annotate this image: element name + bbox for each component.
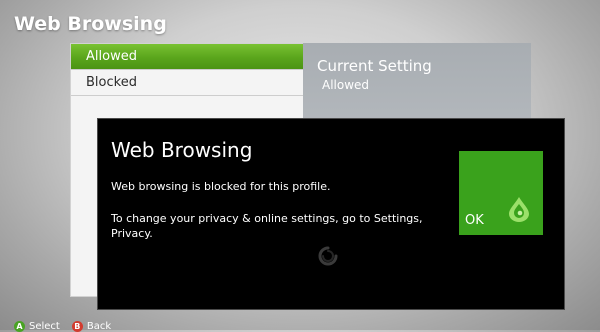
- select-hint-label: Select: [29, 321, 60, 332]
- controller-hints: A Select B Back: [14, 321, 111, 332]
- ok-label: OK: [465, 213, 484, 228]
- b-button-icon: B: [71, 321, 83, 332]
- back-hint-label: Back: [86, 321, 112, 332]
- current-setting-title: Current Setting: [317, 57, 432, 75]
- green-orb-icon: [509, 197, 529, 222]
- web-browsing-dialog: Web Browsing Web browsing is blocked for…: [97, 118, 565, 310]
- current-setting-value: Allowed: [322, 78, 370, 92]
- dialog-detail: To change your privacy & online settings…: [111, 212, 423, 240]
- option-blocked[interactable]: Blocked: [71, 70, 304, 96]
- loading-spinner-icon: [318, 246, 338, 266]
- a-button-icon: A: [14, 321, 25, 332]
- dialog-message: Web browsing is blocked for this profile…: [111, 180, 331, 193]
- page-title: Web Browsing: [14, 13, 167, 35]
- ok-button[interactable]: OK: [459, 151, 543, 235]
- option-allowed[interactable]: Allowed: [71, 44, 304, 70]
- dialog-title: Web Browsing: [111, 138, 253, 162]
